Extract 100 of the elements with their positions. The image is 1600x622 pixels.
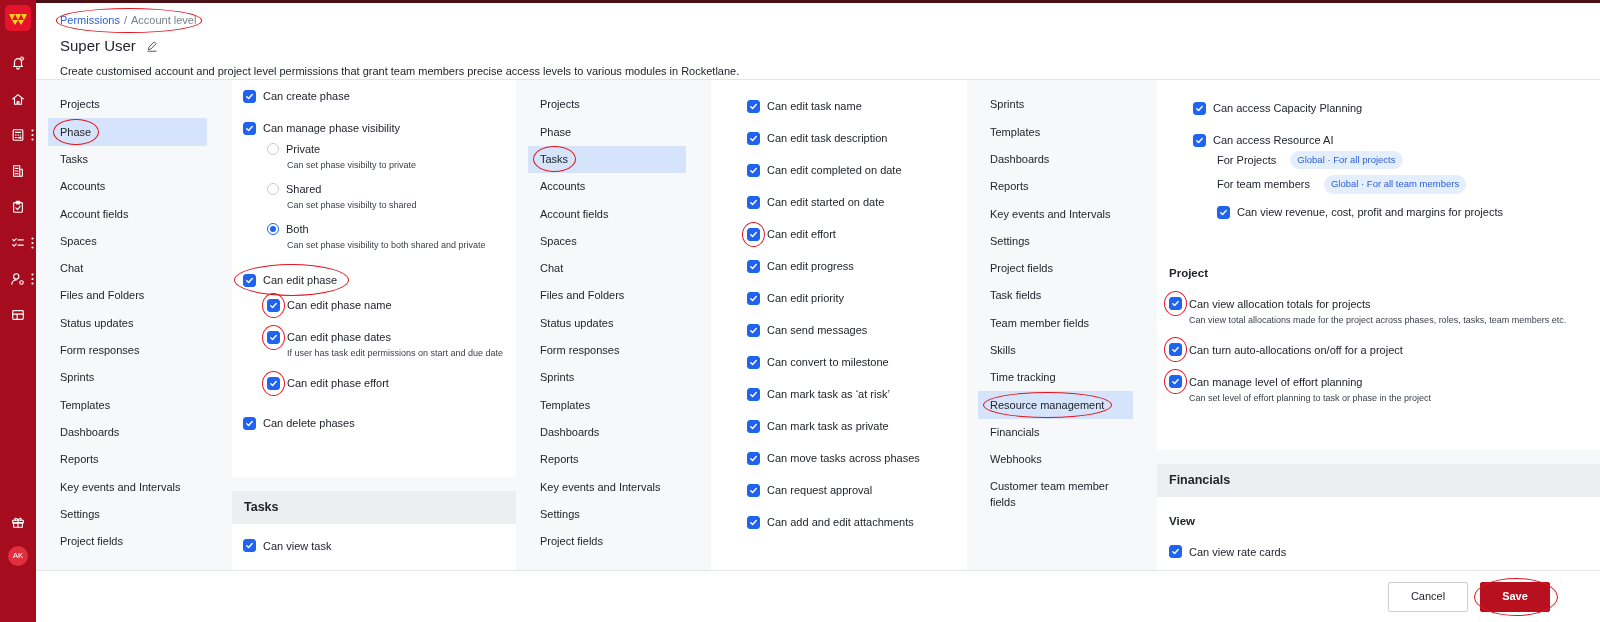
sidebar-item[interactable]: Templates	[528, 391, 686, 419]
sidebar-item[interactable]: Settings	[978, 227, 1133, 255]
bell-icon[interactable]	[11, 56, 25, 70]
checkbox[interactable]	[747, 515, 760, 529]
sidebar-item[interactable]: Webhooks	[978, 445, 1133, 474]
sidebar-item[interactable]: Dashboards	[978, 145, 1133, 173]
checkbox[interactable]	[267, 376, 280, 390]
checkbox[interactable]	[1193, 133, 1206, 147]
sidebar-item[interactable]: Project fields	[48, 527, 207, 556]
checkbox[interactable]	[747, 291, 760, 305]
sidebar-item[interactable]: Spaces	[528, 227, 686, 255]
sidebar-item[interactable]: Account fields	[528, 200, 686, 228]
checkbox[interactable]	[747, 163, 760, 177]
sidebar-item[interactable]: Dashboards	[528, 418, 686, 446]
sidebar-item[interactable]: Chat	[48, 254, 207, 283]
sidebar-item[interactable]: Reports	[978, 172, 1133, 201]
cancel-button[interactable]: Cancel	[1388, 581, 1468, 612]
sidebar-item[interactable]: Phase	[528, 118, 686, 146]
checkbox[interactable]	[747, 131, 760, 145]
sidebar-item[interactable]: Phase	[48, 118, 207, 146]
checkbox[interactable]	[243, 89, 256, 103]
check-icon	[749, 357, 758, 367]
breadcrumb-link[interactable]: Permissions	[60, 12, 120, 29]
sidebar-item[interactable]: Dashboards	[48, 418, 207, 446]
sidebar-item[interactable]: Time tracking	[978, 363, 1133, 392]
scope-tag[interactable]: Global · For all projects	[1290, 151, 1403, 170]
checkbox[interactable]	[747, 387, 760, 401]
checkbox[interactable]	[1169, 545, 1182, 559]
checkbox[interactable]	[747, 99, 760, 113]
checkbox[interactable]	[1217, 206, 1230, 219]
sidebar-item[interactable]: Projects	[528, 91, 686, 119]
user-settings-icon[interactable]	[11, 272, 25, 286]
sidebar-item[interactable]: Account fields	[48, 200, 207, 228]
sidebar-item[interactable]: Templates	[48, 391, 207, 419]
checkbox[interactable]	[243, 121, 256, 135]
checkbox[interactable]	[747, 451, 760, 465]
sidebar-item[interactable]: Files and Folders	[48, 282, 207, 310]
checkbox[interactable]	[747, 259, 760, 273]
checkbox[interactable]	[747, 323, 760, 337]
checkbox[interactable]	[1169, 375, 1182, 389]
sidebar-item[interactable]: Sprints	[48, 363, 207, 392]
sidebar-item[interactable]: Form responses	[48, 336, 207, 364]
sidebar-item[interactable]: Status updates	[48, 309, 207, 337]
checkbox[interactable]	[747, 419, 760, 433]
clipboard-icon[interactable]	[11, 200, 25, 214]
checkbox[interactable]	[243, 416, 256, 430]
scope-tag[interactable]: Global · For all team members	[1323, 175, 1467, 194]
checkbox[interactable]	[747, 227, 760, 241]
sidebar-item[interactable]: Team member fields	[978, 309, 1133, 337]
sidebar-item[interactable]: Key events and Intervals	[528, 473, 686, 501]
sidebar-item[interactable]: Projects	[48, 91, 207, 119]
checkbox[interactable]	[747, 195, 760, 209]
checkbox[interactable]	[1169, 343, 1182, 357]
sidebar-item[interactable]: Resource management	[978, 391, 1133, 419]
logo[interactable]	[5, 5, 31, 31]
sidebar-item[interactable]: Skills	[978, 336, 1133, 364]
checkbox[interactable]	[747, 355, 760, 369]
sidebar-item[interactable]: Tasks	[528, 145, 686, 173]
avatar[interactable]: AK	[8, 546, 28, 566]
checkbox[interactable]	[243, 273, 256, 287]
sidebar-item[interactable]: Settings	[528, 500, 686, 528]
sidebar-item[interactable]: Financials	[978, 418, 1133, 446]
checkbox[interactable]	[267, 298, 280, 312]
sidebar-item[interactable]: Project fields	[528, 527, 686, 556]
building-icon[interactable]	[11, 164, 25, 178]
sidebar-item[interactable]: Form responses	[528, 336, 686, 364]
sidebar-item[interactable]: Customer team member fields	[978, 473, 1133, 518]
gift-icon[interactable]	[11, 515, 25, 529]
layout-icon[interactable]	[11, 308, 25, 322]
sidebar-item[interactable]: Spaces	[48, 227, 207, 255]
save-button[interactable]: Save	[1480, 581, 1550, 612]
checkbox[interactable]	[267, 330, 280, 344]
edit-icon[interactable]	[145, 39, 158, 52]
sidebar-item[interactable]: Key events and Intervals	[48, 473, 207, 501]
more-icon[interactable]	[31, 237, 34, 249]
checkbox[interactable]	[1169, 297, 1182, 311]
more-icon[interactable]	[31, 273, 34, 285]
sidebar-item[interactable]: Status updates	[528, 309, 686, 337]
sidebar-item[interactable]: Sprints	[978, 91, 1133, 119]
sidebar-item[interactable]: Reports	[528, 445, 686, 474]
sidebar-item[interactable]: Files and Folders	[528, 282, 686, 310]
sidebar-item[interactable]: Accounts	[48, 172, 207, 201]
checkbox[interactable]	[1193, 101, 1206, 115]
sidebar-item[interactable]: Chat	[528, 254, 686, 283]
sidebar-item[interactable]: Accounts	[528, 172, 686, 201]
sidebar-item[interactable]: Reports	[48, 445, 207, 474]
sidebar-item[interactable]: Task fields	[978, 282, 1133, 310]
sidebar-item[interactable]: Sprints	[528, 363, 686, 392]
checkbox[interactable]	[747, 483, 760, 497]
radio-button[interactable]	[267, 223, 279, 235]
checkbox[interactable]	[243, 539, 256, 553]
sidebar-item[interactable]: Key events and Intervals	[978, 200, 1133, 228]
sidebar-item[interactable]: Tasks	[48, 145, 207, 173]
sidebar-item[interactable]: Project fields	[978, 254, 1133, 283]
checklist-icon[interactable]	[11, 236, 25, 250]
more-icon[interactable]	[31, 129, 34, 141]
home-icon[interactable]	[11, 92, 25, 106]
sidebar-item[interactable]: Templates	[978, 118, 1133, 146]
calculator-icon[interactable]	[11, 128, 25, 142]
sidebar-item[interactable]: Settings	[48, 500, 207, 528]
